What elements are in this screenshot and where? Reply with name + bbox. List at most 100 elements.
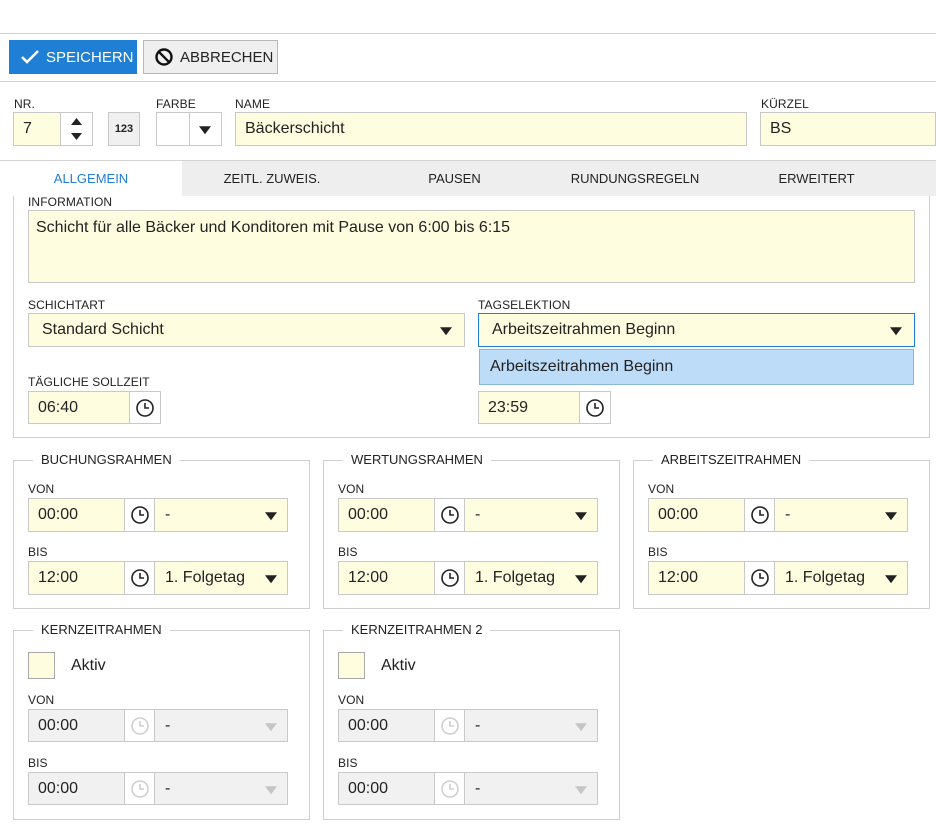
bis-time-field[interactable]: 12:00 [338, 561, 435, 595]
bis-day-select[interactable]: - [154, 772, 288, 805]
kernzeitrahmen-2-title: KERNZEITRAHMEN 2 [343, 622, 491, 637]
bis-label: BIS [28, 756, 48, 770]
bis-time-field[interactable]: 00:00 [338, 772, 435, 805]
information-textarea[interactable]: Schicht für alle Bäcker und Konditoren m… [28, 210, 915, 283]
von-label: VON [338, 693, 365, 707]
wertungsrahmen-title: WERTUNGSRAHMEN [343, 452, 491, 467]
von-day-value: - [785, 506, 791, 523]
von-time-field[interactable]: 00:00 [28, 498, 125, 532]
tab-zeitl-zuweis[interactable]: ZEITL. ZUWEIS. [182, 161, 362, 196]
bis-clock-button[interactable] [434, 561, 465, 595]
tagselektion-select[interactable]: Arbeitszeitrahmen Beginn [478, 313, 915, 347]
bis-label: BIS [338, 756, 358, 770]
name-field[interactable]: Bäckerschicht [235, 112, 747, 146]
tagselektion-label: TAGSELEKTION [478, 298, 571, 312]
tagselektion-option-label: Arbeitszeitrahmen Beginn [490, 358, 674, 375]
bis-time-field[interactable]: 12:00 [28, 561, 125, 595]
tagselektion-value: Arbeitszeitrahmen Beginn [492, 321, 676, 338]
von-clock-button[interactable] [744, 498, 775, 532]
von-day-select[interactable]: - [774, 498, 908, 532]
bis-day-value: 1. Folgetag [165, 569, 246, 586]
nr-stepper[interactable] [60, 112, 93, 146]
bis-day-value: - [165, 779, 171, 797]
kuerzel-field[interactable]: BS [760, 112, 936, 146]
chevron-down-icon [265, 575, 277, 584]
chevron-down-icon [265, 722, 277, 731]
chevron-down-icon [265, 785, 277, 794]
von-time-field[interactable]: 00:00 [648, 498, 745, 532]
von-day-select[interactable]: - [464, 709, 598, 742]
information-label: INFORMATION [28, 195, 113, 209]
von-clock-button[interactable] [124, 709, 155, 742]
sollzeit-field[interactable]: 06:40 [28, 391, 130, 424]
color-swatch[interactable] [156, 112, 190, 146]
buchungsrahmen-title: BUCHUNGSRAHMEN [33, 452, 180, 467]
bis-day-select[interactable]: 1. Folgetag [154, 561, 288, 595]
aktiv-label: Aktiv [381, 657, 416, 674]
bis-day-select[interactable]: - [464, 772, 598, 805]
tab-erweitert[interactable]: ERWEITERT [723, 161, 910, 196]
clock-icon [750, 506, 769, 524]
kernzeitrahmen-2-panel: KERNZEITRAHMEN 2 Aktiv VON 00:00 - BIS 0… [323, 622, 620, 820]
bis-time-field[interactable]: 00:00 [28, 772, 125, 805]
schichtart-select[interactable]: Standard Schicht [28, 313, 465, 347]
von-clock-button[interactable] [124, 498, 155, 532]
tab-rundungsregeln[interactable]: RUNDUNGSREGELN [547, 161, 723, 196]
von-time-field[interactable]: 00:00 [338, 498, 435, 532]
tab-pausen[interactable]: PAUSEN [362, 161, 547, 196]
arbeitszeitrahmen-panel: ARBEITSZEITRAHMEN VON 00:00 - BIS 12:00 … [633, 452, 930, 609]
chevron-down-icon [575, 785, 587, 794]
bis-day-select[interactable]: 1. Folgetag [464, 561, 598, 595]
sollzeit-label: TÄGLICHE SOLLZEIT [28, 375, 150, 389]
bis-day-select[interactable]: 1. Folgetag [774, 561, 908, 595]
bis-clock-button[interactable] [124, 561, 155, 595]
aktiv-label: Aktiv [71, 657, 106, 674]
bis-day-value: - [475, 779, 481, 797]
schichtart-value: Standard Schicht [42, 321, 164, 338]
bis-clock-button[interactable] [434, 772, 465, 805]
clock-icon [440, 569, 459, 587]
name-label: NAME [235, 97, 271, 111]
clock-icon [130, 716, 149, 735]
aktiv-checkbox[interactable] [338, 652, 365, 679]
save-button-label: SPEICHERN [46, 48, 134, 66]
sollzeit-clock-button[interactable] [129, 391, 161, 424]
cancel-button[interactable]: ABBRECHEN [143, 40, 278, 74]
bis-clock-button[interactable] [124, 772, 155, 805]
von-time-field[interactable]: 00:00 [338, 709, 435, 742]
color-dropdown-button[interactable] [189, 112, 222, 146]
clock-icon [130, 569, 149, 587]
von-day-select[interactable]: - [154, 498, 288, 532]
kernzeitrahmen-title: KERNZEITRAHMEN [33, 622, 170, 637]
schichtart-label: SCHICHTART [28, 298, 106, 312]
save-button[interactable]: SPEICHERN [9, 40, 137, 74]
number-format-button[interactable]: 123 [108, 112, 140, 146]
clock-icon [130, 506, 149, 524]
tagesgrenze-field[interactable]: 23:59 [478, 391, 580, 424]
von-day-select[interactable]: - [154, 709, 288, 742]
clock-icon [750, 569, 769, 587]
bis-day-value: 1. Folgetag [475, 569, 556, 586]
aktiv-checkbox[interactable] [28, 652, 55, 679]
nr-field[interactable]: 7 [13, 112, 61, 146]
von-clock-button[interactable] [434, 709, 465, 742]
von-time-field[interactable]: 00:00 [28, 709, 125, 742]
clock-icon [440, 716, 459, 735]
bis-clock-button[interactable] [744, 561, 775, 595]
clock-icon [440, 506, 459, 524]
tagesgrenze-clock-button[interactable] [579, 391, 611, 424]
kernzeitrahmen-panel: KERNZEITRAHMEN Aktiv VON 00:00 - BIS 00:… [13, 622, 310, 820]
tagselektion-option[interactable]: Arbeitszeitrahmen Beginn [479, 349, 914, 385]
von-label: VON [648, 482, 675, 496]
tab-allgemein[interactable]: ALLGEMEIN [0, 161, 182, 196]
von-day-value: - [475, 716, 481, 734]
bis-day-value: 1. Folgetag [785, 569, 866, 586]
chevron-down-icon [440, 327, 452, 336]
checkmark-icon [21, 50, 39, 64]
bis-time-field[interactable]: 12:00 [648, 561, 745, 595]
von-day-select[interactable]: - [464, 498, 598, 532]
chevron-down-icon [890, 327, 902, 336]
cancel-button-label: ABBRECHEN [180, 48, 274, 66]
von-clock-button[interactable] [434, 498, 465, 532]
number-format-label: 123 [114, 123, 134, 135]
